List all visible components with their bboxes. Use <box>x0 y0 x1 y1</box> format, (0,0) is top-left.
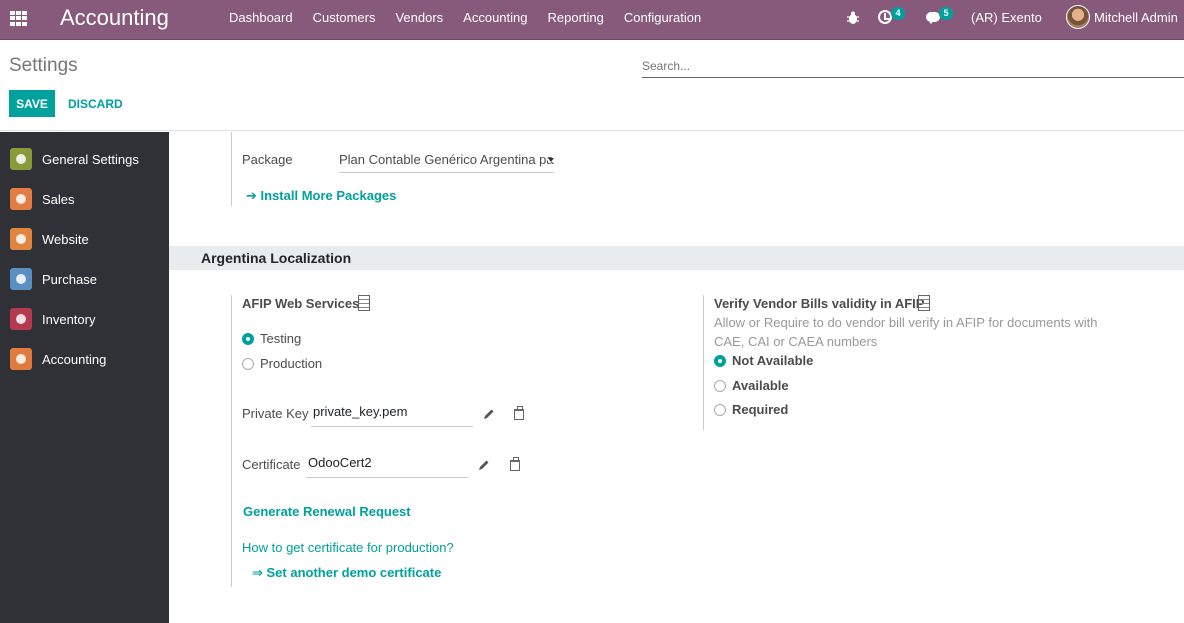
arrow-right-icon: ➔ <box>246 188 261 203</box>
apps-menu-icon[interactable] <box>10 11 27 26</box>
sidebar-item-label: Inventory <box>42 312 96 327</box>
set-demo-certificate-link[interactable]: ⇒ Set another demo certificate <box>252 565 441 581</box>
box-icon <box>10 308 32 330</box>
section-header: Argentina Localization <box>169 246 1184 270</box>
radio-testing[interactable] <box>242 333 254 345</box>
messages-icon[interactable] <box>926 12 940 24</box>
divider <box>703 295 704 430</box>
package-value: Plan Contable Genérico Argentina para <box>339 152 554 167</box>
divider <box>231 132 232 206</box>
sidebar-item-website[interactable]: Website <box>0 220 169 260</box>
radio-required[interactable] <box>714 404 726 416</box>
settings-content: Package Plan Contable Genérico Argentina… <box>169 132 1184 623</box>
radio-available[interactable] <box>714 380 726 392</box>
user-avatar[interactable] <box>1066 5 1090 29</box>
sidebar-item-accounting[interactable]: Accounting <box>0 340 169 380</box>
trash-icon[interactable] <box>514 406 524 420</box>
section-title: Argentina Localization <box>201 250 352 266</box>
page-title: Settings <box>9 55 78 76</box>
edit-pencil-icon[interactable] <box>478 459 490 471</box>
control-panel: Settings SAVE DISCARD <box>0 41 1184 131</box>
sidebar-item-inventory[interactable]: Inventory <box>0 300 169 340</box>
top-navbar: Accounting Dashboard Customers Vendors A… <box>0 0 1184 40</box>
radio-testing-label[interactable]: Testing <box>260 331 301 347</box>
app-brand[interactable]: Accounting <box>60 5 169 31</box>
sidebar-item-sales[interactable]: Sales <box>0 180 169 220</box>
settings-sidebar: General Settings Sales Website Purchase … <box>0 132 169 623</box>
search-input[interactable] <box>642 54 1184 78</box>
verify-vendor-bills-title: Verify Vendor Bills validity in AFIP <box>714 296 925 311</box>
user-menu[interactable]: Mitchell Admin <box>1094 10 1178 26</box>
dollar-doc-icon <box>10 348 32 370</box>
install-link-label: Install More Packages <box>260 188 397 203</box>
save-button[interactable]: SAVE <box>9 90 55 117</box>
verify-help-text: Allow or Require to do vendor bill verif… <box>714 315 1098 349</box>
sidebar-item-label: Accounting <box>42 352 107 367</box>
edit-pencil-icon[interactable] <box>483 408 495 420</box>
private-key-label: Private Key <box>242 406 309 421</box>
menu-configuration[interactable]: Configuration <box>624 10 701 26</box>
divider <box>231 295 232 587</box>
package-label: Package <box>242 152 293 167</box>
sidebar-item-general-settings[interactable]: General Settings <box>0 140 169 180</box>
radio-required-label[interactable]: Required <box>732 402 788 418</box>
certificate-field[interactable]: OdooCert2 <box>306 454 469 478</box>
menu-reporting[interactable]: Reporting <box>548 10 604 26</box>
sidebar-item-label: Purchase <box>42 272 97 287</box>
sidebar-item-label: Sales <box>42 192 75 207</box>
sidebar-item-label: General Settings <box>42 152 139 167</box>
radio-production[interactable] <box>242 358 254 370</box>
main-menu: Dashboard Customers Vendors Accounting R… <box>229 10 721 26</box>
private-key-field[interactable]: private_key.pem <box>311 403 473 427</box>
discard-button[interactable]: DISCARD <box>62 90 129 117</box>
message-count-badge: 5 <box>939 7 953 20</box>
activity-clock-icon[interactable] <box>878 10 892 24</box>
package-select[interactable]: Plan Contable Genérico Argentina para <box>339 151 554 173</box>
trash-icon[interactable] <box>510 457 520 471</box>
radio-production-label[interactable]: Production <box>260 356 322 372</box>
sidebar-item-purchase[interactable]: Purchase <box>0 260 169 300</box>
activity-count-badge: 4 <box>891 7 905 20</box>
install-more-packages-link[interactable]: ➔ Install More Packages <box>246 188 396 204</box>
radio-not-available-label[interactable]: Not Available <box>732 353 813 369</box>
menu-customers[interactable]: Customers <box>313 10 376 26</box>
afip-web-services-title: AFIP Web Services <box>242 296 360 311</box>
gear-icon <box>10 148 32 170</box>
card-icon <box>10 268 32 290</box>
generate-renewal-request-link[interactable]: Generate Renewal Request <box>243 504 411 520</box>
building-icon <box>918 295 930 311</box>
company-switcher[interactable]: (AR) Exento <box>971 10 1042 26</box>
menu-accounting[interactable]: Accounting <box>463 10 527 26</box>
caret-down-icon <box>548 158 554 162</box>
sidebar-item-label: Website <box>42 232 89 247</box>
certificate-label: Certificate <box>242 457 301 472</box>
menu-dashboard[interactable]: Dashboard <box>229 10 293 26</box>
menu-vendors[interactable]: Vendors <box>395 10 443 26</box>
radio-available-label[interactable]: Available <box>732 378 789 394</box>
radio-not-available[interactable] <box>714 355 726 367</box>
debug-bug-icon[interactable] <box>846 10 860 26</box>
building-icon <box>358 295 370 311</box>
chart-icon <box>10 188 32 210</box>
certificate-howto-link[interactable]: How to get certificate for production? <box>242 540 454 556</box>
globe-icon <box>10 228 32 250</box>
